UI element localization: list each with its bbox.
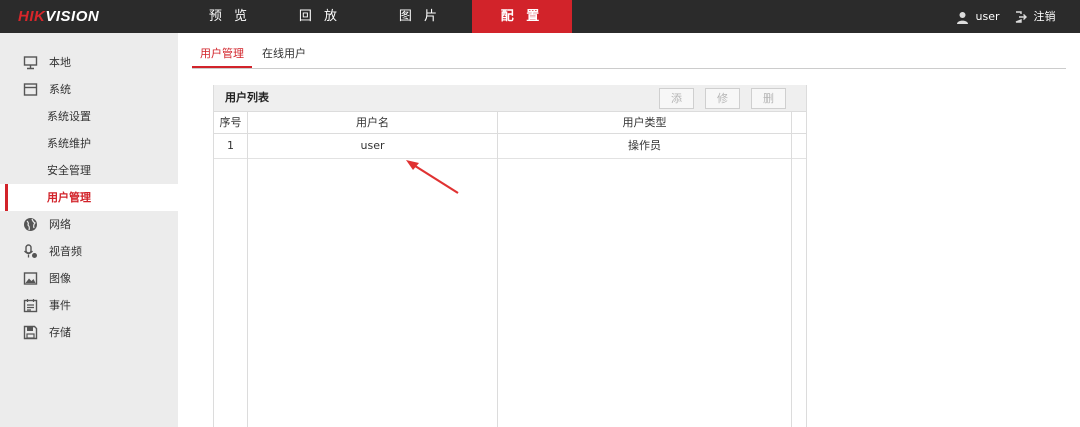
sidebar-item-label: 视音频: [49, 245, 82, 258]
sidebar-item-label: 用户管理: [47, 191, 91, 204]
logout-icon: [1015, 11, 1027, 23]
image-icon: [23, 272, 38, 285]
sidebar-item-storage[interactable]: 存储: [0, 319, 178, 346]
column-header-user-type: 用户类型: [622, 116, 667, 129]
user-icon: [957, 11, 968, 24]
top-navigation-bar: HIKVISION 预 览 回 放 图 片 配 置 user 注销: [0, 0, 1080, 33]
sidebar-item-label: 网络: [49, 218, 71, 231]
tab-online-users[interactable]: 在线用户: [258, 40, 310, 68]
tab-picture[interactable]: 图 片: [370, 0, 470, 33]
user-list-panel: 用户列表 添加 修改 删除 序号 用户名 用户类型 1 user 操作员: [213, 85, 807, 427]
logout-button[interactable]: 注销: [1015, 0, 1056, 33]
sidebar-item-system-settings[interactable]: 系统设置: [0, 103, 178, 130]
sidebar-item-label: 本地: [49, 56, 71, 69]
window-icon: [23, 83, 38, 96]
add-button[interactable]: 添加: [659, 88, 694, 124]
user-list-header: 用户列表 添加 修改 删除: [214, 85, 806, 124]
sidebar-item-label: 系统设置: [47, 110, 91, 123]
logout-label: 注销: [1033, 10, 1056, 23]
column-divider: [247, 111, 248, 427]
tab-preview[interactable]: 预 览: [180, 0, 280, 33]
subtab-bar: 用户管理 在线用户: [192, 40, 1066, 69]
sidebar-item-label: 图像: [49, 272, 71, 285]
tab-configuration[interactable]: 配 置: [472, 0, 572, 33]
active-indicator: [5, 184, 8, 211]
monitor-icon: [23, 56, 38, 70]
row-user-type: 操作员: [628, 139, 661, 152]
sidebar-item-label: 系统维护: [47, 137, 91, 150]
tab-playback[interactable]: 回 放: [270, 0, 370, 33]
sidebar-item-image[interactable]: 图像: [0, 265, 178, 292]
column-divider: [497, 111, 498, 427]
table-row[interactable]: 1 user 操作员: [214, 134, 806, 159]
sidebar-item-event[interactable]: 事件: [0, 292, 178, 319]
calendar-icon: [23, 299, 38, 313]
edit-button[interactable]: 修改: [705, 88, 740, 124]
sidebar-item-network[interactable]: 网络: [0, 211, 178, 238]
hikvision-logo: HIKVISION: [18, 8, 100, 25]
annotation-arrow: [406, 160, 459, 194]
sidebar-item-user-management[interactable]: 用户管理: [0, 184, 178, 211]
sidebar-item-local[interactable]: 本地: [0, 49, 178, 76]
sidebar-item-label: 系统: [49, 83, 71, 96]
current-user[interactable]: user: [956, 0, 1000, 33]
column-header-username: 用户名: [356, 116, 389, 129]
sidebar-item-video-audio[interactable]: 视音频: [0, 238, 178, 265]
sidebar-item-security[interactable]: 安全管理: [0, 157, 178, 184]
sidebar-item-system-maintenance[interactable]: 系统维护: [0, 130, 178, 157]
sidebar: 本地 系统 系统设置 系统维护 安全管理 用户管理 网络 视音频 图像 事件 存…: [0, 33, 178, 427]
sidebar-item-label: 事件: [49, 299, 71, 312]
sidebar-item-label: 安全管理: [47, 164, 91, 177]
delete-button[interactable]: 删除: [751, 88, 786, 124]
disk-icon: [23, 325, 38, 340]
column-divider: [791, 111, 792, 427]
row-index: 1: [227, 139, 234, 152]
sidebar-item-system[interactable]: 系统: [0, 76, 178, 103]
username-label: user: [975, 10, 1000, 23]
column-header-index: 序号: [219, 116, 242, 129]
globe-icon: [24, 218, 37, 231]
mic-icon: [23, 244, 37, 258]
sidebar-item-label: 存储: [49, 326, 71, 339]
tab-user-management[interactable]: 用户管理: [192, 40, 252, 68]
table-header: 序号 用户名 用户类型: [214, 111, 806, 134]
user-list-title: 用户列表: [225, 91, 269, 104]
